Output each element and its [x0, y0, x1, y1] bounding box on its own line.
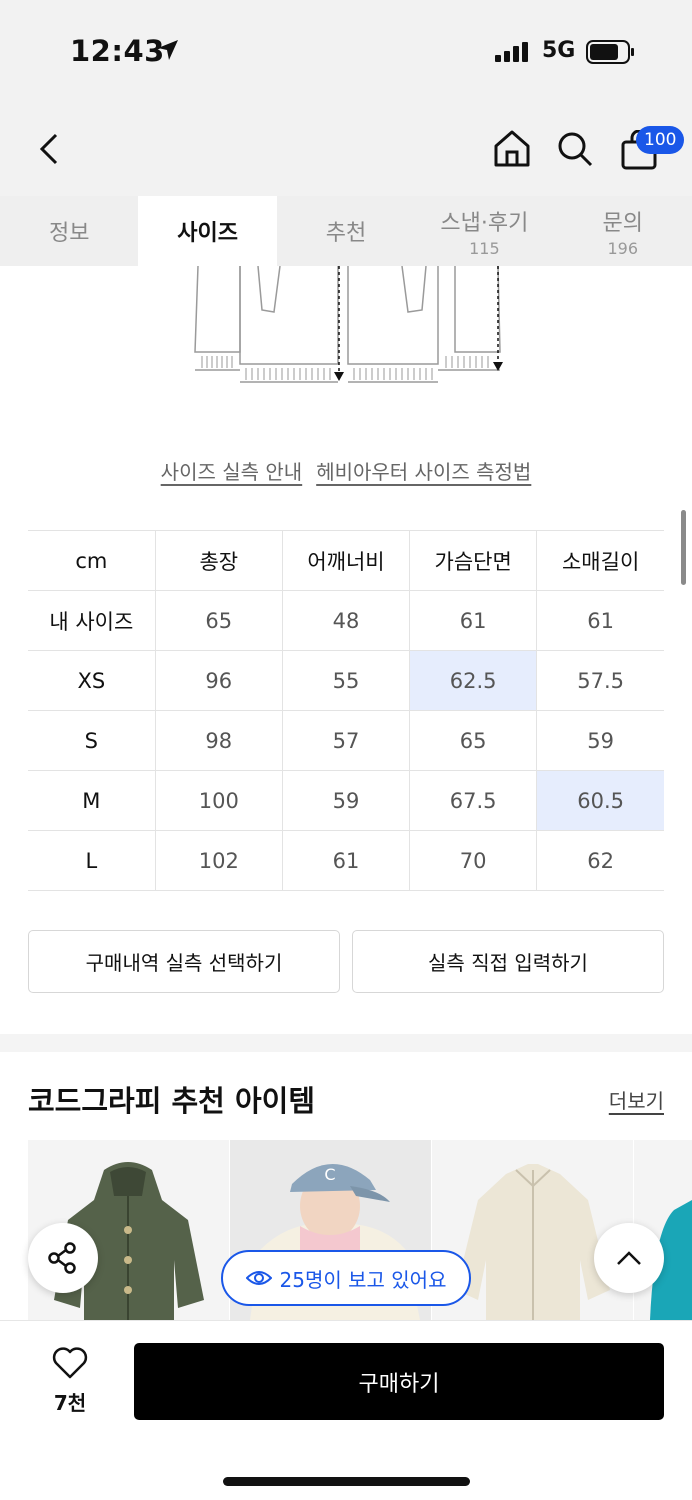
tab-label: 사이즈 [177, 221, 238, 246]
size-table: cm 총장 어깨너비 가슴단면 소매길이 내 사이즈 65 48 61 61 X… [28, 530, 664, 891]
table-cell: 59 [536, 710, 664, 771]
status-bar: 12:43 5G [0, 0, 692, 100]
measure-action-buttons: 구매내역 실측 선택하기 실측 직접 입력하기 [28, 930, 664, 993]
table-header-row: cm 총장 어깨너비 가슴단면 소매길이 [28, 530, 664, 591]
table-row-label: 내 사이즈 [28, 590, 156, 651]
table-cell: 70 [409, 830, 538, 891]
table-cell: 55 [281, 650, 411, 711]
svg-text:C: C [324, 1165, 335, 1184]
table-row-my-size: 내 사이즈 65 48 61 61 [28, 590, 664, 651]
bottom-action-bar: 7천 구매하기 [0, 1320, 692, 1500]
chevron-up-icon [617, 1251, 641, 1265]
scroll-to-top-button[interactable] [594, 1223, 664, 1293]
tab-label: 추천 [325, 221, 367, 246]
table-cell: 61 [409, 590, 538, 651]
table-cell: 48 [281, 590, 411, 651]
live-viewers-badge: 25명이 보고 있어요 [221, 1250, 471, 1306]
tab-info[interactable]: 정보 [0, 196, 138, 266]
section-divider [0, 1034, 692, 1052]
back-arrow-icon[interactable] [36, 132, 62, 166]
buy-button[interactable]: 구매하기 [134, 1343, 664, 1420]
eye-icon [245, 1271, 272, 1285]
table-cell: 57 [281, 710, 411, 771]
location-arrow-icon [158, 40, 178, 60]
table-row-l: L 102 61 70 62 [28, 830, 664, 891]
tab-size[interactable]: 사이즈 [138, 196, 277, 266]
tab-inquiry[interactable]: 문의 196 [554, 196, 692, 266]
table-cell-highlighted: 62.5 [409, 650, 538, 711]
tab-label: 문의 [602, 210, 643, 236]
tab-count: 115 [469, 238, 500, 258]
like-count: 7천 [53, 1391, 87, 1415]
table-cell-highlighted: 60.5 [536, 770, 664, 831]
product-tabs: 정보 사이즈 추천 스냅·후기 115 문의 196 [0, 196, 692, 266]
table-cell: 65 [409, 710, 538, 771]
table-cell: 65 [154, 590, 283, 651]
table-row-label: M [28, 770, 156, 831]
table-cell: 98 [154, 710, 283, 771]
jacket-measurement-diagram [194, 266, 503, 383]
table-cell: 57.5 [536, 650, 664, 711]
search-icon[interactable] [556, 130, 594, 168]
table-row-s: S 98 57 65 59 [28, 710, 664, 771]
table-cell: 59 [281, 770, 411, 831]
table-header: 총장 [154, 530, 283, 591]
table-row-m: M 100 59 67.5 60.5 [28, 770, 664, 831]
tab-label: 정보 [48, 221, 90, 246]
recommend-section-title: 코드그라피 추천 아이템 [28, 1084, 315, 1118]
table-header: 어깨너비 [281, 530, 411, 591]
table-header: 가슴단면 [409, 530, 538, 591]
table-cell: 67.5 [409, 770, 538, 831]
table-cell: 61 [536, 590, 664, 651]
status-time: 12:43 [70, 34, 165, 68]
measurement-method-link[interactable]: 헤비아우터 사이즈 측정법 [316, 456, 531, 485]
top-nav-bar [0, 100, 692, 196]
table-cell: 62 [536, 830, 664, 891]
tab-label: 스냅·후기 [440, 210, 529, 236]
table-row-label: XS [28, 650, 156, 711]
enter-measurements-button[interactable]: 실측 직접 입력하기 [352, 930, 664, 993]
table-header: 소매길이 [536, 530, 664, 591]
network-type: 5G [542, 38, 576, 63]
table-row-label: S [28, 710, 156, 771]
table-cell: 96 [154, 650, 283, 711]
select-from-purchase-history-button[interactable]: 구매내역 실측 선택하기 [28, 930, 340, 993]
tab-recommend[interactable]: 추천 [277, 196, 415, 266]
tab-snap-review[interactable]: 스냅·후기 115 [415, 196, 553, 266]
like-button[interactable]: 7천 [40, 1347, 100, 1416]
heart-icon [52, 1347, 88, 1379]
share-icon [48, 1242, 76, 1274]
home-indicator [223, 1477, 470, 1486]
see-more-link[interactable]: 더보기 [609, 1085, 664, 1114]
table-row-label: L [28, 830, 156, 891]
table-cell: 102 [154, 830, 283, 891]
size-guide-links: 사이즈 실측 안내 헤비아우터 사이즈 측정법 [0, 456, 692, 485]
table-header: cm [28, 530, 156, 591]
cart-count-badge: 100 [636, 126, 685, 154]
signal-icon [495, 42, 528, 62]
tab-count: 196 [607, 238, 639, 258]
table-cell: 61 [281, 830, 411, 891]
table-cell: 100 [154, 770, 283, 831]
battery-icon [586, 40, 634, 64]
scrollbar-thumb[interactable] [681, 510, 686, 585]
table-row-xs: XS 96 55 62.5 57.5 [28, 650, 664, 711]
share-button[interactable] [28, 1223, 98, 1293]
home-icon[interactable] [492, 128, 532, 168]
viewers-text: 25명이 보고 있어요 [279, 1267, 447, 1292]
size-guide-link[interactable]: 사이즈 실측 안내 [161, 456, 303, 485]
